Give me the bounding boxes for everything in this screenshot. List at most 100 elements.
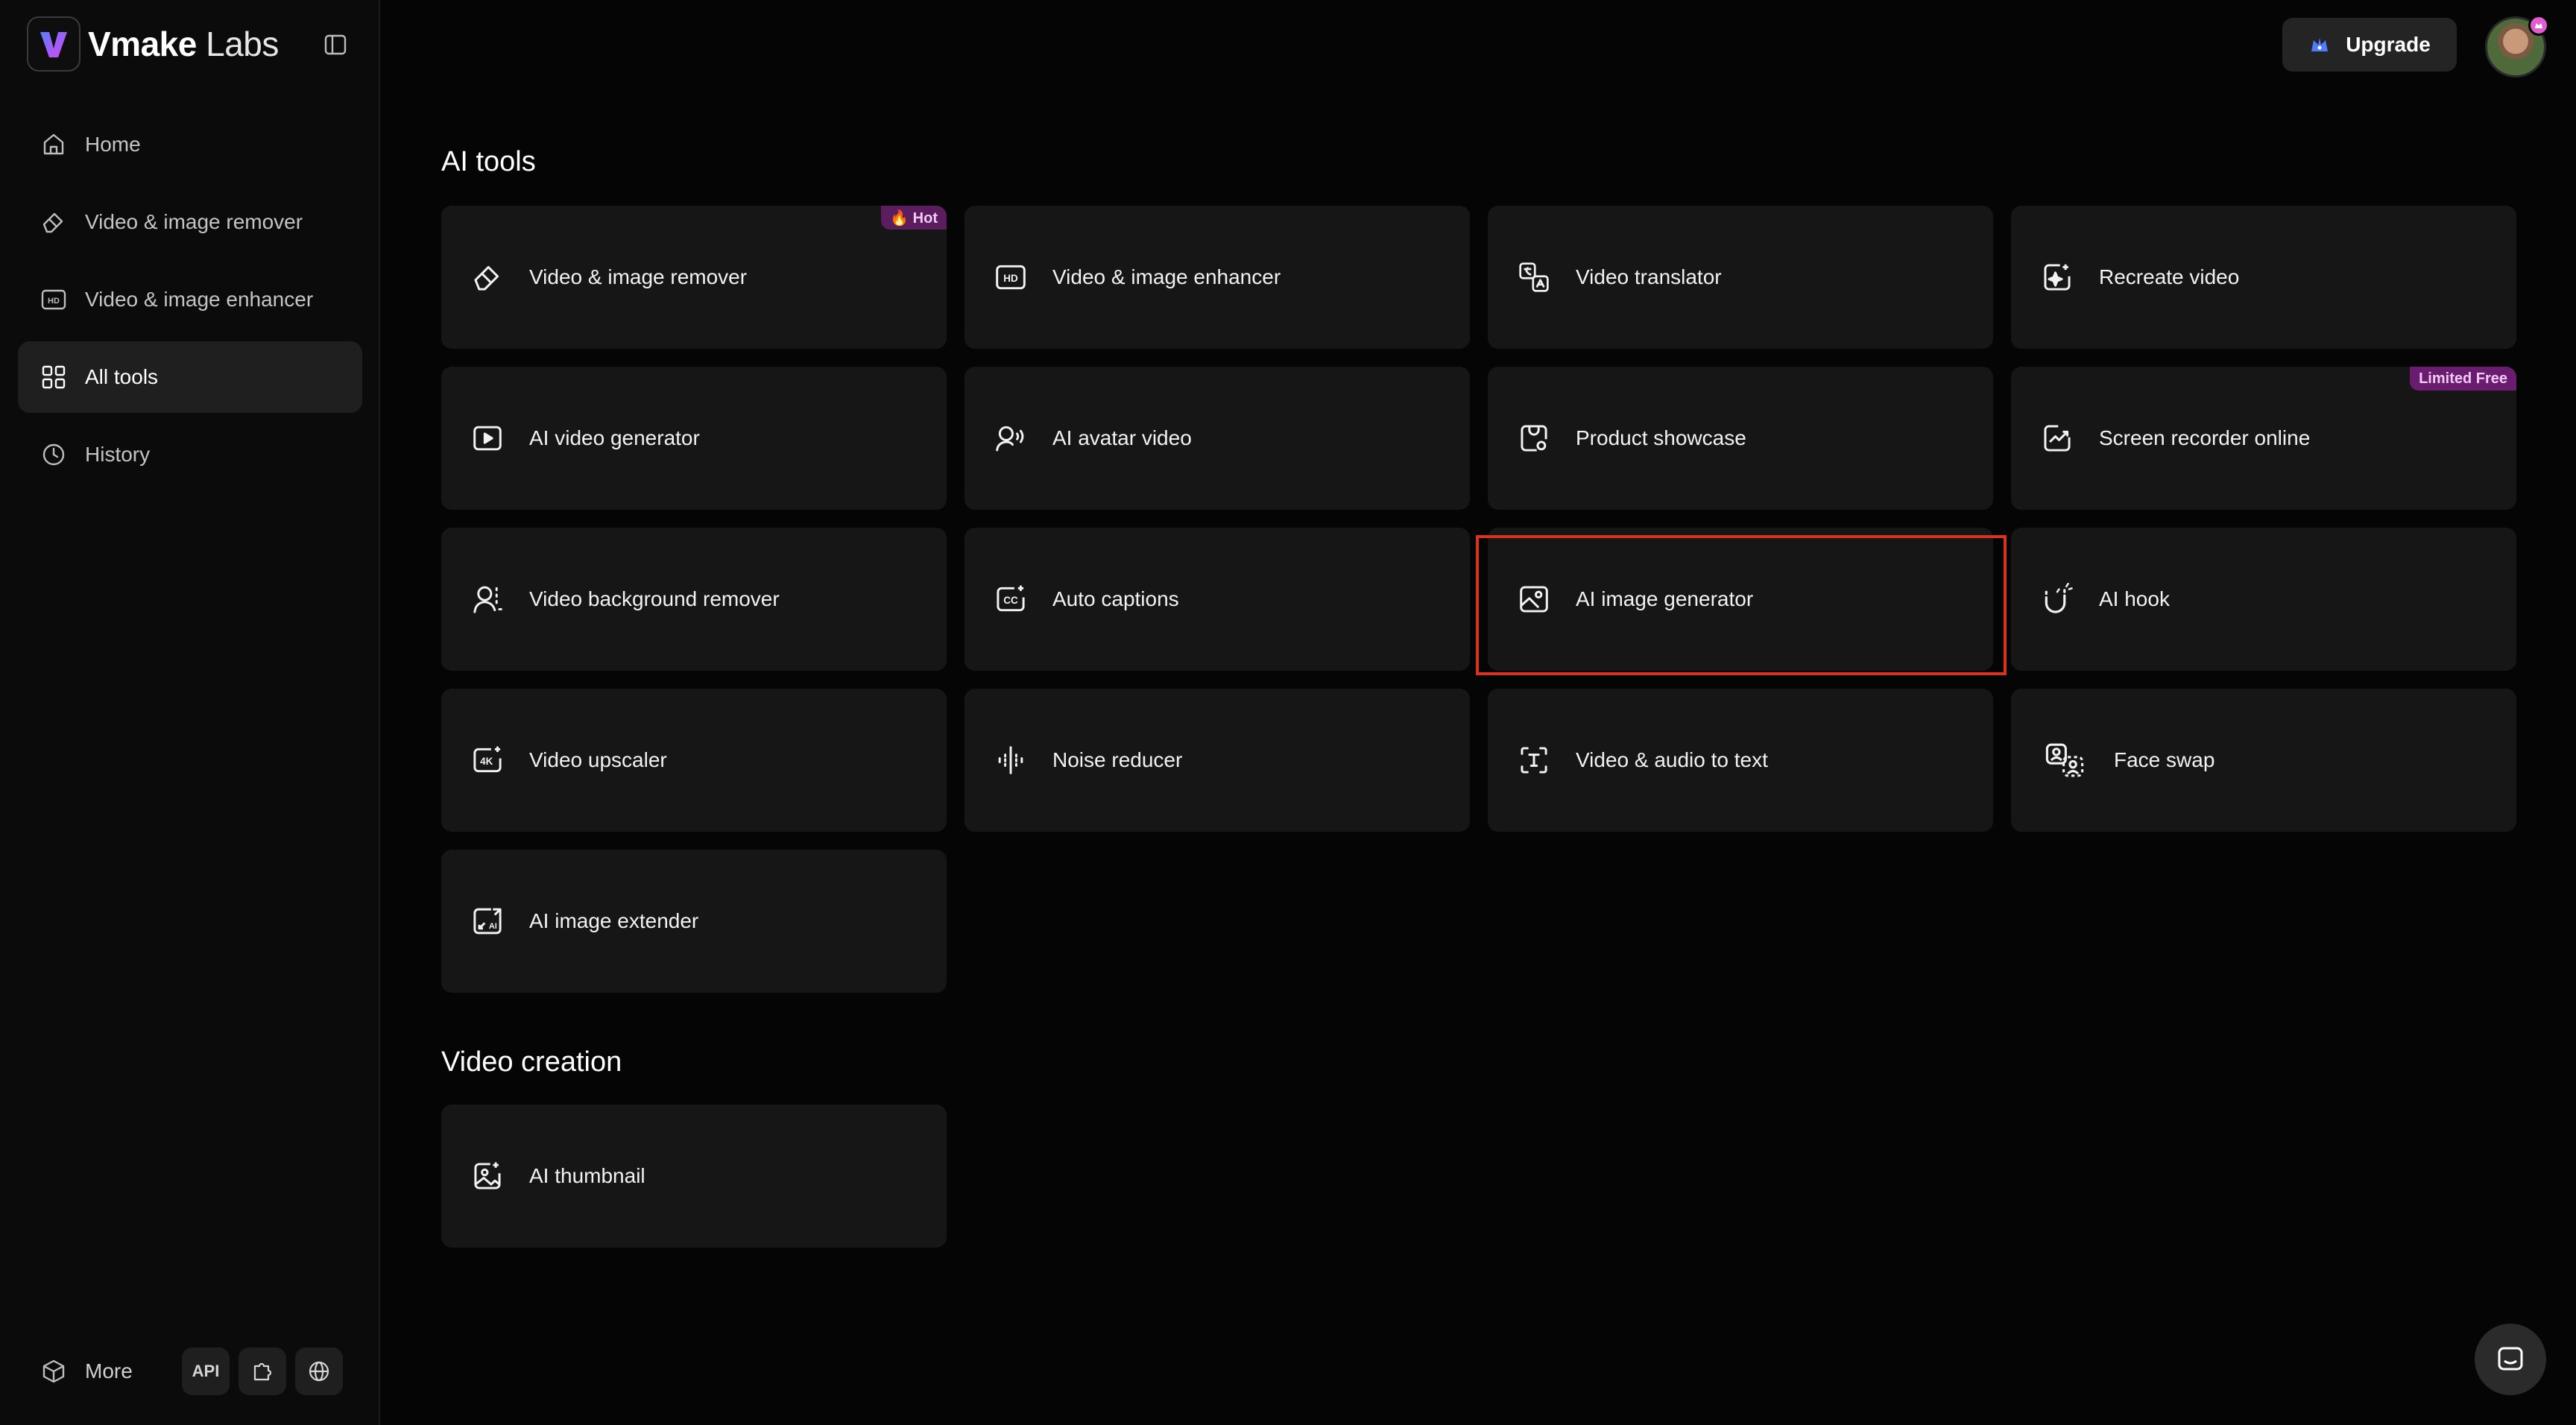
sidebar-item-label: All tools	[85, 365, 159, 388]
4k-icon: 4K	[468, 741, 507, 780]
brand-name: Vmake Labs	[88, 24, 279, 64]
tool-card-label: Auto captions	[1052, 587, 1179, 610]
sidebar-item-label: Home	[85, 133, 141, 156]
sidebar-footer: More API	[18, 1347, 362, 1395]
tool-card-label: AI video generator	[529, 426, 700, 449]
more-label: More	[85, 1359, 133, 1383]
crown-icon	[2308, 34, 2331, 56]
tool-card-recreate-video[interactable]: Recreate video	[2011, 206, 2516, 349]
tool-card-video-image-remover[interactable]: Video & image remover 🔥 Hot	[441, 206, 947, 349]
sidebar-item-video-image-enhancer[interactable]: HD Video & image enhancer	[18, 264, 362, 335]
grid-icon	[39, 362, 69, 392]
limited-free-badge: Limited Free	[2410, 367, 2516, 391]
tool-card-label: Face swap	[2114, 748, 2215, 771]
upgrade-button[interactable]: Upgrade	[2282, 18, 2457, 72]
hd-icon: HD	[991, 258, 1030, 297]
tool-card-ai-avatar-video[interactable]: AI avatar video	[965, 367, 1470, 510]
image-icon	[1515, 580, 1553, 619]
tool-card-face-swap[interactable]: Face swap	[2011, 689, 2516, 832]
waveform-icon	[991, 741, 1030, 780]
ai-tools-grid: Video & image remover 🔥 Hot HD Video & i…	[441, 206, 2516, 993]
tool-card-video-translator[interactable]: Video translator	[1488, 206, 1993, 349]
sidebar-item-label: Video & image enhancer	[85, 288, 314, 311]
tool-card-ai-hook[interactable]: AI hook	[2011, 528, 2516, 671]
tool-card-noise-reducer[interactable]: Noise reducer	[965, 689, 1470, 832]
globe-icon	[307, 1359, 331, 1383]
sidebar-item-label: Video & image remover	[85, 210, 303, 233]
sidebar: Vmake Labs Home Video & image remover HD…	[0, 0, 380, 1425]
tool-card-product-showcase[interactable]: Product showcase	[1488, 367, 1993, 510]
tool-card-label: AI avatar video	[1052, 426, 1192, 449]
svg-text:HD: HD	[1003, 273, 1018, 284]
sidebar-toggle-button[interactable]	[321, 30, 350, 60]
tool-card-label: Screen recorder online	[2099, 426, 2311, 449]
vmake-logo	[27, 16, 80, 72]
api-button[interactable]: API	[182, 1347, 230, 1395]
tool-card-label: Video translator	[1576, 265, 1722, 288]
section-title-video-creation: Video creation	[441, 1046, 622, 1078]
video-creation-grid: AI thumbnail	[441, 1105, 947, 1248]
tool-card-video-upscaler[interactable]: 4K Video upscaler	[441, 689, 947, 832]
language-button[interactable]	[295, 1347, 343, 1395]
sidebar-item-home[interactable]: Home	[18, 109, 362, 180]
tool-card-video-background-remover[interactable]: Video background remover	[441, 528, 947, 671]
svg-text:HD: HD	[48, 297, 60, 306]
screen-chart-icon	[2038, 419, 2077, 458]
eraser-icon	[39, 207, 69, 237]
home-icon	[39, 130, 69, 159]
tool-card-ai-image-generator[interactable]: AI image generator	[1488, 528, 1993, 671]
tool-card-label: Video & audio to text	[1576, 748, 1768, 771]
sidebar-item-all-tools[interactable]: All tools	[18, 341, 362, 413]
sidebar-item-label: History	[85, 443, 151, 466]
tool-card-screen-recorder-online[interactable]: Screen recorder online Limited Free	[2011, 367, 2516, 510]
eraser-icon	[468, 258, 507, 297]
api-label: API	[192, 1362, 220, 1380]
tool-card-ai-thumbnail[interactable]: AI thumbnail	[441, 1105, 947, 1248]
expand-ai-icon: AI	[468, 902, 507, 941]
tool-card-label: Noise reducer	[1052, 748, 1183, 771]
more-button[interactable]: More	[18, 1356, 182, 1386]
sidebar-item-history[interactable]: History	[18, 419, 362, 490]
brand[interactable]: Vmake Labs	[27, 16, 279, 72]
sidebar-nav: Home Video & image remover HD Video & im…	[18, 109, 362, 496]
tool-card-label: Video upscaler	[529, 748, 667, 771]
cc-icon: CC	[991, 580, 1030, 619]
tool-card-video-audio-to-text[interactable]: Video & audio to text	[1488, 689, 1993, 832]
sidebar-item-video-image-remover[interactable]: Video & image remover	[18, 186, 362, 258]
chat-support-button[interactable]	[2475, 1324, 2546, 1395]
tool-card-ai-image-extender[interactable]: AI AI image extender	[441, 850, 947, 993]
translate-icon	[1515, 258, 1553, 297]
face-swap-icon	[2038, 741, 2092, 780]
pro-badge-icon	[2528, 15, 2549, 36]
brand-name-light: Labs	[206, 25, 279, 63]
tool-card-label: Video background remover	[529, 587, 780, 610]
upgrade-label: Upgrade	[2346, 33, 2431, 56]
svg-text:CC: CC	[1003, 595, 1018, 606]
extension-button[interactable]	[239, 1347, 286, 1395]
tool-card-label: Recreate video	[2099, 265, 2240, 288]
sidebar-toggle-icon	[323, 33, 347, 57]
svg-text:AI: AI	[489, 922, 497, 931]
svg-text:4K: 4K	[480, 756, 493, 767]
tool-card-label: Video & image remover	[529, 265, 748, 288]
recreate-icon	[2038, 258, 2077, 297]
tool-card-ai-video-generator[interactable]: AI video generator	[441, 367, 947, 510]
tool-card-video-image-enhancer[interactable]: HD Video & image enhancer	[965, 206, 1470, 349]
hot-badge: 🔥 Hot	[881, 206, 947, 230]
play-icon	[468, 419, 507, 458]
cube-icon	[39, 1356, 69, 1386]
clock-icon	[39, 440, 69, 470]
thumbnail-icon	[468, 1157, 507, 1195]
magnet-icon	[2038, 580, 2077, 619]
tool-card-label: Video & image enhancer	[1052, 265, 1281, 288]
tool-card-label: AI image generator	[1576, 587, 1754, 610]
tool-card-auto-captions[interactable]: CC Auto captions	[965, 528, 1470, 671]
tool-card-label: AI thumbnail	[529, 1164, 645, 1187]
tool-card-label: AI image extender	[529, 909, 699, 932]
puzzle-icon	[250, 1359, 274, 1383]
avatar-voice-icon	[991, 419, 1030, 458]
text-scan-icon	[1515, 741, 1553, 780]
hd-icon: HD	[39, 285, 69, 315]
section-title-ai-tools: AI tools	[441, 146, 536, 177]
brand-name-bold: Vmake	[88, 25, 197, 63]
